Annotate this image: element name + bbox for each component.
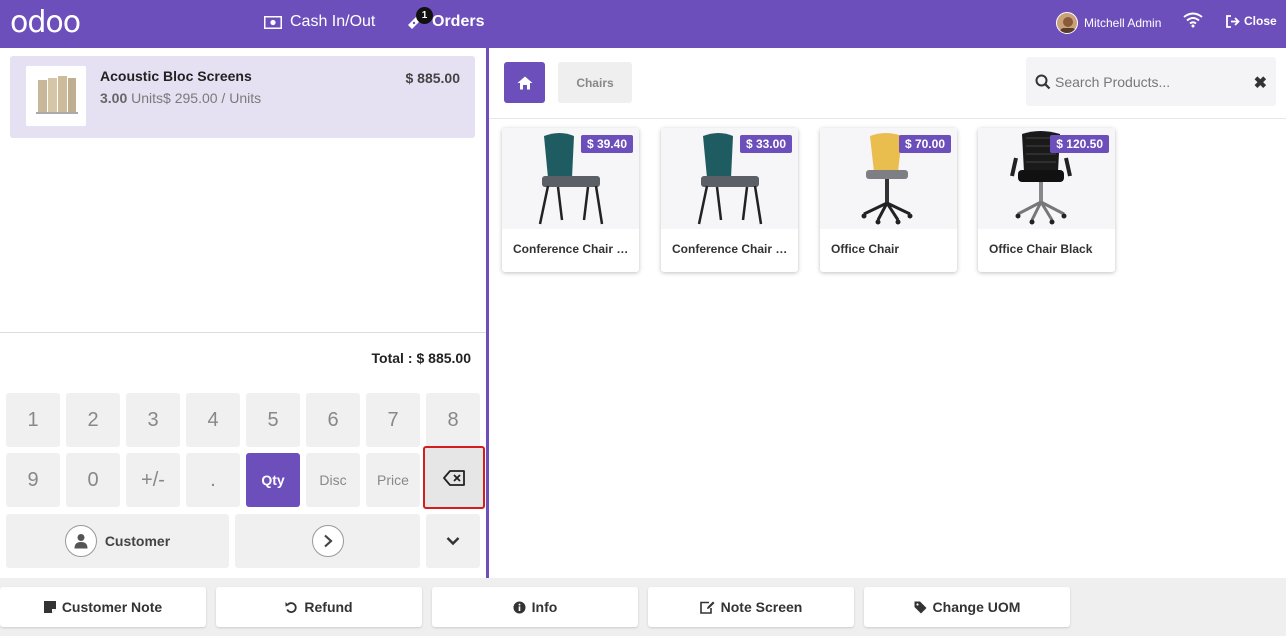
order-line-name: Acoustic Bloc Screens <box>100 68 252 84</box>
numpad-key-3[interactable]: 3 <box>126 393 180 447</box>
clear-search-icon[interactable]: ✖ <box>1254 73 1267 93</box>
cash-in-out-button[interactable]: Cash In/Out <box>264 13 375 31</box>
undo-icon <box>285 601 298 613</box>
numpad-key-5[interactable]: 5 <box>246 393 300 447</box>
backspace-icon <box>443 469 465 486</box>
numpad-key-9[interactable]: 9 <box>6 453 60 507</box>
customer-label: Customer <box>104 533 171 549</box>
user-avatar <box>1056 12 1078 34</box>
user-menu[interactable]: Mitchell Admin <box>1056 12 1161 34</box>
product-name: Office Chair Black <box>989 242 1093 256</box>
numpad-key-plus-minus[interactable]: +/- <box>126 453 180 507</box>
products-pane: Chairs ✖ $ 39.40 Conference Chair (Steel… <box>489 48 1286 578</box>
product-price-tag: $ 33.00 <box>739 135 792 153</box>
user-icon <box>64 525 97 557</box>
product-name: Office Chair <box>831 242 900 256</box>
qty-mode-button[interactable]: Qty <box>246 453 300 507</box>
product-price-tag: $ 70.00 <box>898 135 951 153</box>
total-label: Total : <box>371 350 413 366</box>
customer-note-label: Customer Note <box>61 599 163 615</box>
more-options-button[interactable] <box>426 514 480 568</box>
change-uom-button[interactable]: Change UOM <box>864 587 1070 627</box>
product-thumbnail <box>26 66 86 126</box>
info-label: Info <box>531 599 558 615</box>
info-button[interactable]: Info <box>432 587 638 627</box>
info-icon <box>513 601 526 613</box>
product-price-tag: $ 39.40 <box>580 135 633 153</box>
refund-button[interactable]: Refund <box>216 587 422 627</box>
home-icon <box>517 76 532 89</box>
chevron-right-icon <box>311 525 344 557</box>
ticket-icon: 1 <box>406 7 433 31</box>
order-line-price: $ 885.00 <box>405 70 461 86</box>
tag-icon <box>914 601 927 613</box>
numpad-key-6[interactable]: 6 <box>306 393 360 447</box>
orders-button[interactable]: 1 Orders <box>406 7 485 31</box>
edit-icon <box>699 601 715 614</box>
search-icon <box>1035 74 1051 90</box>
product-name: Conference Chair (Aluminium) <box>672 242 790 256</box>
product-price-tag: $ 120.50 <box>1050 135 1109 153</box>
product-card[interactable]: $ 33.00 Conference Chair (Aluminium) <box>661 128 798 272</box>
payment-button[interactable] <box>235 514 420 568</box>
order-line-unit-detail: Units$ 295.00 / Units <box>131 90 262 106</box>
price-mode-button[interactable]: Price <box>366 453 420 507</box>
numpad-key-4[interactable]: 4 <box>186 393 240 447</box>
numpad-key-8[interactable]: 8 <box>426 393 480 447</box>
customer-note-button[interactable]: Customer Note <box>0 587 206 627</box>
close-label: Close <box>1244 14 1277 28</box>
note-screen-button[interactable]: Note Screen <box>648 587 854 627</box>
order-pane: Acoustic Bloc Screens 3.00 Units$ 295.00… <box>0 48 486 578</box>
cash-in-out-label: Cash In/Out <box>290 13 376 30</box>
sign-out-icon <box>1226 14 1240 28</box>
category-chairs-button[interactable]: Chairs <box>558 62 632 103</box>
product-card[interactable]: $ 70.00 Office Chair <box>820 128 957 272</box>
note-screen-label: Note Screen <box>720 599 803 615</box>
product-card[interactable]: $ 39.40 Conference Chair (Steel) <box>502 128 639 272</box>
refund-label: Refund <box>304 599 353 615</box>
user-name: Mitchell Admin <box>1084 16 1162 30</box>
numpad-key-2[interactable]: 2 <box>66 393 120 447</box>
order-total: Total : $ 885.00 <box>368 350 471 366</box>
orders-count-badge: 1 <box>416 7 433 24</box>
close-button[interactable]: Close <box>1226 14 1277 28</box>
order-line-detail: 3.00 Units$ 295.00 / Units <box>100 90 261 106</box>
sticky-note-icon <box>43 601 56 613</box>
numpad-key-1[interactable]: 1 <box>6 393 60 447</box>
search-bar: ✖ <box>1026 57 1276 106</box>
total-value: $ 885.00 <box>416 350 472 366</box>
product-card[interactable]: $ 120.50 Office Chair Black <box>978 128 1115 272</box>
orders-label: Orders <box>432 13 485 30</box>
backspace-button[interactable] <box>423 446 485 509</box>
chevron-down-icon <box>446 537 460 546</box>
customer-button[interactable]: Customer <box>6 514 229 568</box>
wifi-icon <box>1183 12 1203 33</box>
product-name: Conference Chair (Steel) <box>513 242 631 256</box>
money-icon <box>264 15 282 29</box>
toolbar-divider <box>489 118 1286 119</box>
order-line-qty: 3.00 <box>100 90 128 106</box>
top-bar: odoo Cash In/Out 1 Orders Mitchell Admin… <box>0 0 1286 48</box>
control-buttons-bar: Customer Note Refund Info Note Screen Ch… <box>0 578 1286 636</box>
home-category-button[interactable] <box>504 62 545 103</box>
search-input[interactable] <box>1055 57 1245 106</box>
odoo-logo: odoo <box>10 5 81 40</box>
order-summary-divider <box>0 332 486 333</box>
numpad-key-0[interactable]: 0 <box>66 453 120 507</box>
change-uom-label: Change UOM <box>932 599 1021 615</box>
numpad-key-7[interactable]: 7 <box>366 393 420 447</box>
order-line[interactable]: Acoustic Bloc Screens 3.00 Units$ 295.00… <box>10 56 475 138</box>
disc-mode-button[interactable]: Disc <box>306 453 360 507</box>
numpad-key-decimal[interactable]: . <box>186 453 240 507</box>
